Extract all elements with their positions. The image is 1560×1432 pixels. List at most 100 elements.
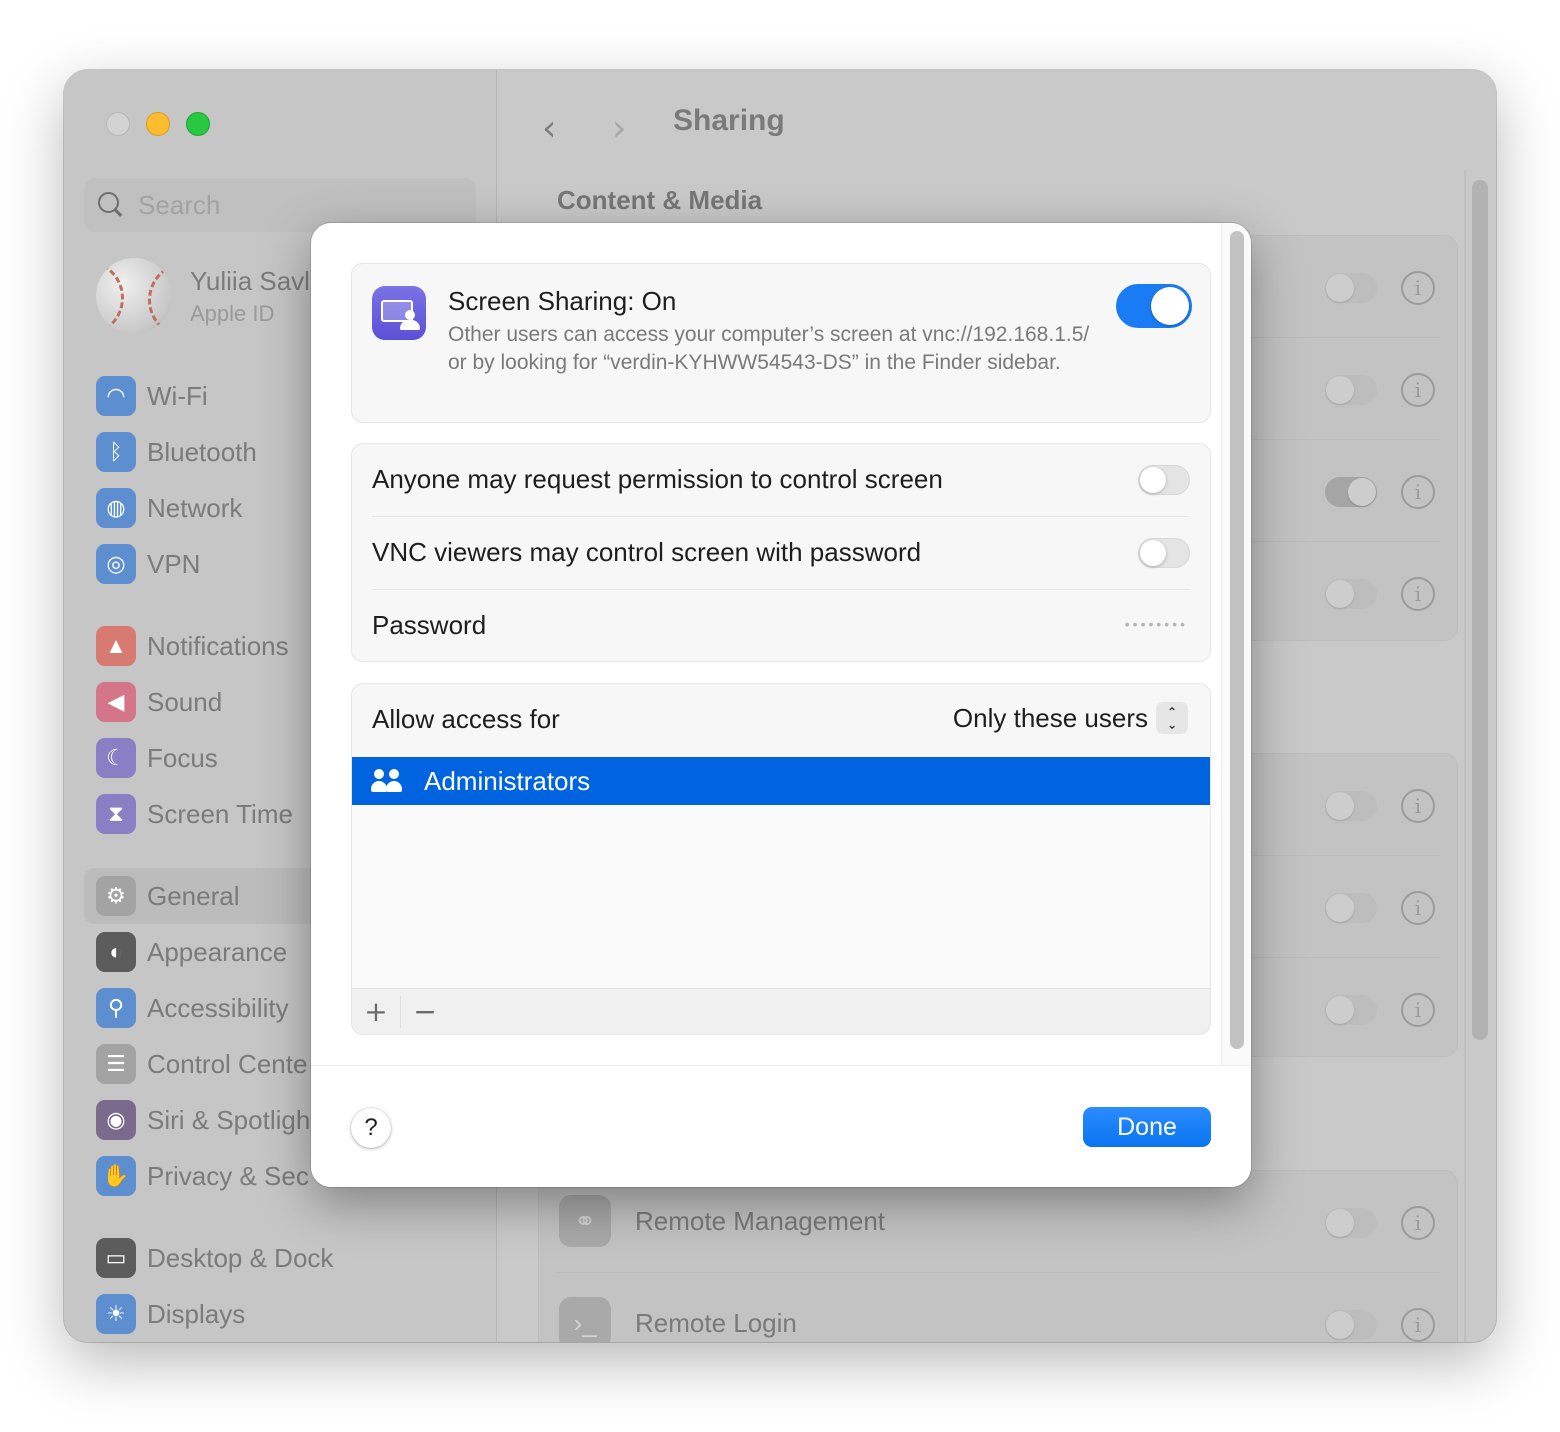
siri-icon: ◉	[96, 1100, 136, 1140]
help-button[interactable]: ?	[351, 1108, 391, 1148]
profile-subtitle: Apple ID	[190, 300, 275, 326]
service-title: Screen Sharing: On	[448, 286, 677, 316]
sidebar-item-label: Sound	[147, 686, 223, 717]
service-label: Remote Management	[635, 1206, 886, 1236]
sharing-card-3: ⚭ Remote Management i ›_ Remote Login i	[538, 1170, 1458, 1342]
vnc-password-toggle[interactable]	[1138, 538, 1190, 568]
info-icon[interactable]: i	[1401, 891, 1435, 925]
remove-user-button[interactable]: −	[401, 995, 449, 1028]
service-toggle[interactable]	[1325, 791, 1377, 821]
service-toggle[interactable]	[1325, 477, 1377, 507]
info-icon[interactable]: i	[1401, 789, 1435, 823]
service-toggle[interactable]	[1325, 1208, 1377, 1238]
user-list-item[interactable]: Administrators	[352, 757, 1210, 805]
password-field[interactable]: ••••••••	[1125, 616, 1188, 632]
profile-name: Yuliia Savl	[190, 265, 310, 296]
option-label: Anyone may request permission to control…	[372, 464, 943, 494]
window-controls	[106, 112, 210, 136]
sidebar-item-label: Wi-Fi	[147, 380, 208, 411]
chevron-up-down-icon: ⌃ ⌃	[1156, 702, 1188, 734]
appearance-icon: ◐	[96, 932, 136, 972]
minimize-window-button[interactable]	[146, 112, 170, 136]
service-label: Remote Login	[635, 1308, 797, 1338]
add-user-button[interactable]: +	[352, 995, 400, 1028]
forward-button[interactable]: ›	[612, 108, 626, 149]
service-toggle[interactable]	[1325, 273, 1377, 303]
info-icon[interactable]: i	[1401, 1206, 1435, 1240]
allow-access-value: Only these users	[952, 702, 1148, 733]
moon-icon: ☾	[96, 738, 136, 778]
sidebar-item-label: Privacy & Sec	[147, 1160, 309, 1191]
done-button[interactable]: Done	[1083, 1107, 1211, 1147]
request-permission-toggle[interactable]	[1138, 465, 1190, 495]
globe-icon: ◍	[96, 488, 136, 528]
scroll-track	[1464, 170, 1466, 1342]
user-name: Administrators	[424, 765, 591, 796]
sidebar-item-label: Siri & Spotligh	[147, 1104, 311, 1135]
section-title: Content & Media	[557, 185, 763, 215]
sidebar-item-label: Appearance	[147, 936, 288, 967]
password-label: Password	[372, 610, 487, 640]
sidebar-item-label: Control Cente	[147, 1048, 308, 1079]
screen-sharing-toggle[interactable]	[1116, 284, 1192, 328]
user-list: Administrators	[352, 757, 1210, 989]
binoculars-icon: ⚭	[559, 1195, 611, 1247]
zoom-window-button[interactable]	[186, 112, 210, 136]
service-toggle[interactable]	[1325, 995, 1377, 1025]
service-card: Screen Sharing: On Other users can acces…	[351, 263, 1211, 423]
info-icon[interactable]: i	[1401, 475, 1435, 509]
search-icon	[98, 192, 124, 218]
service-toggle[interactable]	[1325, 375, 1377, 405]
close-window-button[interactable]	[106, 112, 130, 136]
sidebar-item-label: General	[147, 880, 240, 911]
service-description: Other users can access your computer’s s…	[448, 323, 1090, 374]
info-icon[interactable]: i	[1401, 993, 1435, 1027]
sidebar-item-label: Accessibility	[147, 992, 289, 1023]
dialog-footer: ? Done	[311, 1065, 1251, 1187]
allow-access-label: Allow access for	[372, 704, 560, 734]
info-icon[interactable]: i	[1401, 271, 1435, 305]
control-center-icon: ☰	[96, 1044, 136, 1084]
sidebar-item-label: Desktop & Dock	[147, 1242, 334, 1273]
group-icon	[370, 769, 404, 793]
option-row-vnc-password: VNC viewers may control screen with pass…	[372, 517, 1190, 590]
option-row-request-permission: Anyone may request permission to control…	[372, 444, 1190, 517]
page-title: Sharing	[673, 104, 785, 137]
sidebar-item-label: Screen Time	[147, 798, 293, 829]
service-toggle[interactable]	[1325, 1310, 1377, 1340]
sidebar-item-displays[interactable]: ☀ Displays	[84, 1286, 484, 1342]
screen-sharing-dialog: Screen Sharing: On Other users can acces…	[311, 223, 1251, 1187]
sidebar-item-label: Displays	[147, 1298, 246, 1329]
service-toggle[interactable]	[1325, 893, 1377, 923]
service-toggle[interactable]	[1325, 579, 1377, 609]
hand-icon: ✋	[96, 1156, 136, 1196]
password-row: Password ••••••••	[372, 590, 1190, 663]
sidebar-group: ▭ Desktop & Dock ☀ Displays	[84, 1230, 484, 1342]
avatar	[96, 258, 172, 334]
info-icon[interactable]: i	[1401, 373, 1435, 407]
info-icon[interactable]: i	[1401, 577, 1435, 611]
options-card: Anyone may request permission to control…	[351, 443, 1211, 662]
main-scrollbar[interactable]	[1472, 180, 1488, 1040]
accessibility-icon: ⚲	[96, 988, 136, 1028]
sidebar-item-label: Bluetooth	[147, 436, 257, 467]
allow-access-popup[interactable]: Only these users ⌃ ⌃	[953, 702, 1188, 734]
sidebar-item-label: Focus	[147, 742, 218, 773]
search-input[interactable]	[138, 189, 438, 221]
bluetooth-icon: ᛒ	[96, 432, 136, 472]
dialog-scrollbar[interactable]	[1230, 231, 1244, 1049]
option-label: VNC viewers may control screen with pass…	[372, 537, 922, 567]
back-button[interactable]: ‹	[542, 108, 556, 149]
info-icon[interactable]: i	[1401, 1308, 1435, 1342]
sidebar-item-label: Notifications	[147, 630, 289, 661]
sun-icon: ☀	[96, 1294, 136, 1334]
apple-id-profile[interactable]: Yuliia Savl Apple ID	[96, 258, 310, 334]
bell-icon: ▲	[96, 626, 136, 666]
sidebar-item-desktop-dock[interactable]: ▭ Desktop & Dock	[84, 1230, 484, 1286]
gear-icon: ⚙	[96, 876, 136, 916]
sidebar-item-label: Network	[147, 492, 243, 523]
hourglass-icon: ⧗	[96, 794, 136, 834]
speaker-icon: ◀	[96, 682, 136, 722]
dialog-scroll-track	[1221, 223, 1251, 1065]
terminal-icon: ›_	[559, 1297, 611, 1342]
